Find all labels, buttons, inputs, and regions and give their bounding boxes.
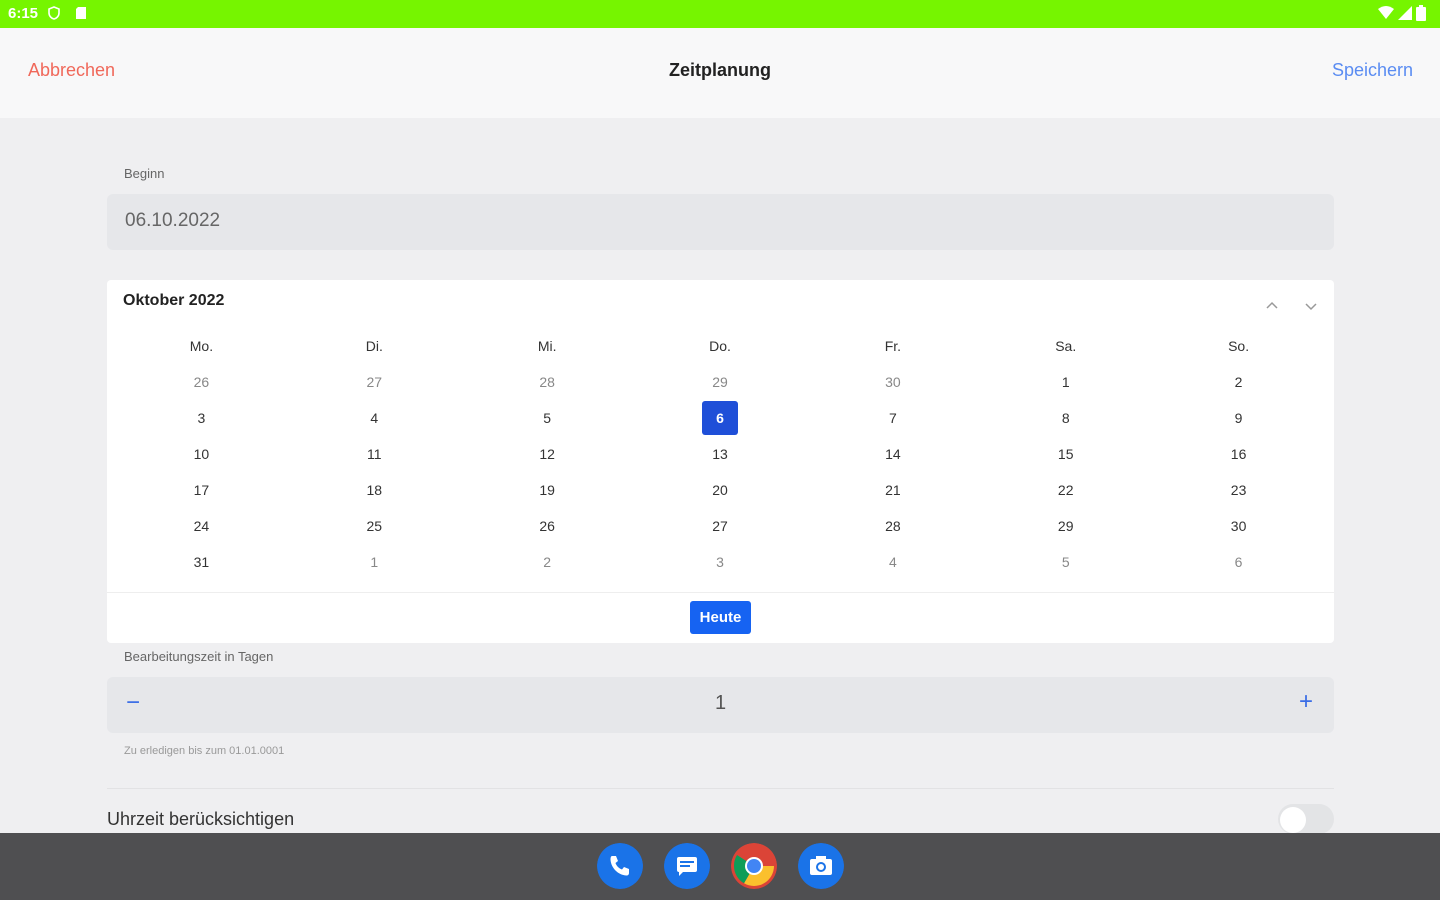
calendar-day[interactable]: 26 (529, 509, 565, 543)
status-time: 6:15 (8, 5, 39, 22)
calendar-day[interactable]: 29 (702, 365, 738, 399)
calendar-day[interactable]: 27 (356, 365, 392, 399)
processing-days-stepper: − 1 + (107, 677, 1334, 733)
weekday-label: Fr. (884, 338, 902, 354)
time-toggle-label: Uhrzeit berücksichtigen (107, 809, 295, 829)
calendar-day-selected[interactable]: 6 (702, 401, 738, 435)
status-icons (1378, 5, 1426, 21)
calendar-day[interactable]: 1 (1048, 365, 1084, 399)
calendar-day[interactable]: 5 (1048, 545, 1084, 579)
sd-card-icon (76, 7, 86, 19)
app-header: Abbrechen Zeitplanung Speichern (0, 28, 1440, 118)
signal-icon (1398, 6, 1412, 20)
calendar-month-label: Oktober 2022 (123, 292, 225, 309)
weekday-label: Mi. (537, 338, 557, 354)
calendar-day[interactable]: 13 (702, 437, 738, 471)
calendar-day[interactable]: 25 (356, 509, 392, 543)
calendar-day[interactable]: 23 (1221, 473, 1257, 507)
calendar-day[interactable]: 10 (183, 437, 219, 471)
start-date-field[interactable]: 06.10.2022 (107, 194, 1334, 250)
calendar-day[interactable]: 28 (875, 509, 911, 543)
calendar-day[interactable]: 4 (875, 545, 911, 579)
camera-icon[interactable] (798, 843, 844, 889)
calendar-day[interactable]: 3 (183, 401, 219, 435)
weekday-label: Di. (365, 338, 383, 354)
weekday-header: Mo. Di. Mi. Do. Fr. Sa. So. (115, 329, 1325, 363)
save-button[interactable]: Speichern (1332, 60, 1413, 81)
calendar-divider (107, 592, 1334, 593)
calendar-day[interactable]: 5 (529, 401, 565, 435)
calendar-picker: Oktober 2022 Mo. Di. Mi. Do. Fr. Sa. So.… (107, 280, 1334, 643)
weekday-label: Sa. (1055, 338, 1077, 354)
calendar-day[interactable]: 30 (1221, 509, 1257, 543)
shield-icon (48, 6, 60, 20)
processing-time-label: Bearbeitungszeit in Tagen (124, 649, 274, 664)
calendar-week: 3 4 5 6 7 8 9 (115, 401, 1325, 435)
calendar-day[interactable]: 20 (702, 473, 738, 507)
calendar-week: 10 11 12 13 14 15 16 (115, 437, 1325, 471)
calendar-day[interactable]: 15 (1048, 437, 1084, 471)
increment-button[interactable]: + (1294, 688, 1318, 716)
calendar-day[interactable]: 29 (1048, 509, 1084, 543)
due-date-hint: Zu erledigen bis zum 01.01.0001 (124, 745, 285, 757)
start-label: Beginn (124, 166, 165, 181)
calendar-day[interactable]: 21 (875, 473, 911, 507)
calendar-day[interactable]: 14 (875, 437, 911, 471)
calendar-day[interactable]: 19 (529, 473, 565, 507)
chrome-icon[interactable] (731, 843, 777, 889)
chevron-down-icon[interactable] (1303, 298, 1319, 314)
battery-icon (1416, 5, 1426, 21)
calendar-day[interactable]: 8 (1048, 401, 1084, 435)
page-title: Zeitplanung (669, 60, 771, 80)
calendar-day[interactable]: 9 (1221, 401, 1257, 435)
messages-icon[interactable] (664, 843, 710, 889)
calendar-day[interactable]: 16 (1221, 437, 1257, 471)
calendar-day[interactable]: 3 (702, 545, 738, 579)
calendar-day[interactable]: 12 (529, 437, 565, 471)
weekday-label: Do. (709, 338, 731, 354)
time-toggle-switch[interactable] (1278, 804, 1334, 834)
calendar-day[interactable]: 18 (356, 473, 392, 507)
calendar-day[interactable]: 28 (529, 365, 565, 399)
calendar-week: 31 1 2 3 4 5 6 (115, 545, 1325, 579)
calendar-day[interactable]: 11 (356, 437, 392, 471)
today-button[interactable]: Heute (690, 601, 751, 634)
calendar-day[interactable]: 24 (183, 509, 219, 543)
app-dock (0, 833, 1440, 900)
calendar-day[interactable]: 22 (1048, 473, 1084, 507)
calendar-day[interactable]: 2 (529, 545, 565, 579)
calendar-day[interactable]: 17 (183, 473, 219, 507)
wifi-icon (1378, 6, 1394, 19)
calendar-week: 17 18 19 20 21 22 23 (115, 473, 1325, 507)
weekday-label: Mo. (189, 338, 214, 354)
calendar-day[interactable]: 27 (702, 509, 738, 543)
calendar-day[interactable]: 6 (1221, 545, 1257, 579)
calendar-day[interactable]: 2 (1221, 365, 1257, 399)
weekday-label: So. (1228, 338, 1250, 354)
calendar-week: 26 27 28 29 30 1 2 (115, 365, 1325, 399)
status-bar: 6:15 (0, 0, 1440, 28)
calendar-day[interactable]: 31 (183, 545, 219, 579)
phone-icon[interactable] (597, 843, 643, 889)
calendar-day[interactable]: 26 (183, 365, 219, 399)
calendar-day[interactable]: 30 (875, 365, 911, 399)
calendar-day[interactable]: 7 (875, 401, 911, 435)
calendar-week: 24 25 26 27 28 29 30 (115, 509, 1325, 543)
section-divider (107, 788, 1334, 789)
processing-days-value[interactable]: 1 (107, 692, 1334, 715)
toggle-knob (1280, 807, 1306, 833)
calendar-day[interactable]: 1 (356, 545, 392, 579)
chevron-up-icon[interactable] (1264, 298, 1280, 314)
calendar-day[interactable]: 4 (356, 401, 392, 435)
